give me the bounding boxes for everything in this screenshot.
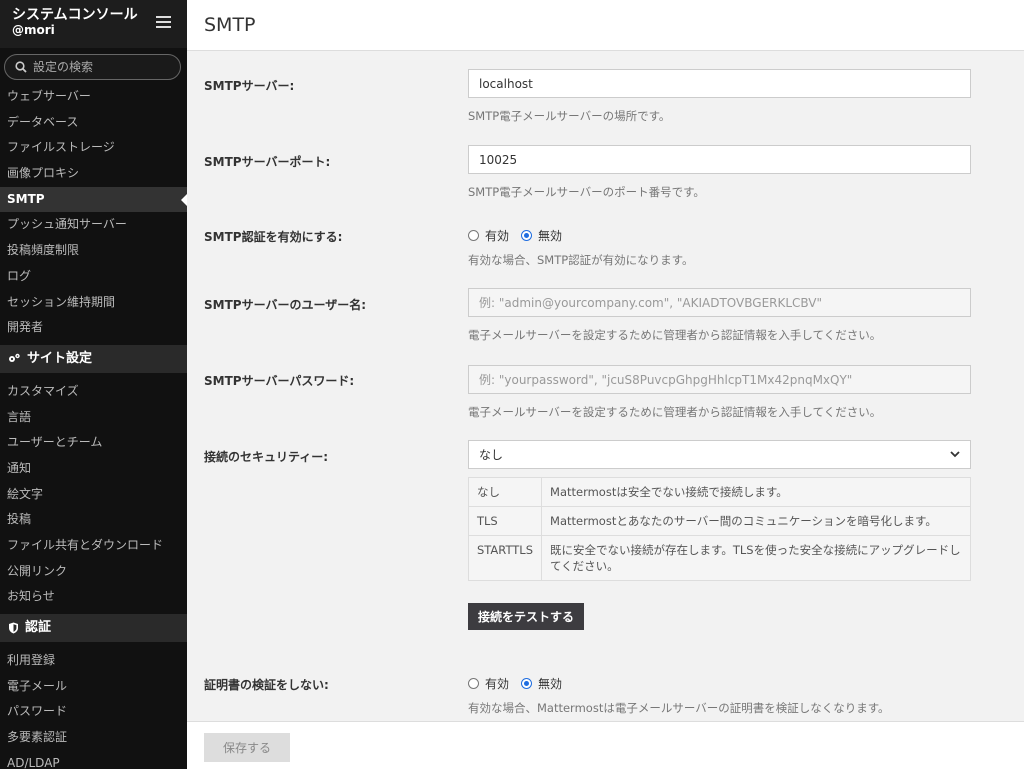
sidebar-section-auth: 認証 <box>0 614 187 643</box>
sidebar-item[interactable]: ウェブサーバー <box>0 84 187 110</box>
chevron-down-icon <box>950 451 960 458</box>
sidebar-item[interactable]: 投稿 <box>0 507 187 533</box>
sidebar-item[interactable]: 投稿頻度制限 <box>0 238 187 264</box>
sidebar-item[interactable]: 電子メール <box>0 674 187 700</box>
hamburger-menu-icon[interactable] <box>156 16 171 28</box>
sidebar-group-environment: ウェブサーバー データベース ファイルストレージ 画像プロキシ SMTP プッシュ通知サー… <box>0 84 187 341</box>
security-select[interactable]: なし <box>468 440 971 469</box>
console-title: システムコンソール <box>12 7 138 23</box>
skip-cert-false-radio[interactable]: 無効 <box>521 675 562 692</box>
smtp-password-input[interactable] <box>468 365 971 394</box>
sidebar-item[interactable]: 言語 <box>0 405 187 431</box>
smtp-server-help: SMTP電子メールサーバーの場所です。 <box>468 109 671 123</box>
table-row: なし Mattermostは安全でない接続で接続します。 <box>467 477 971 507</box>
table-row: STARTTLS 既に安全でない接続が存在します。TLSを使った安全な接続にアップ… <box>467 535 971 581</box>
skip-cert-help: 有効な場合、Mattermostは電子メールサーバーの証明書を検証しなくなります… <box>468 701 890 715</box>
settings-search-input[interactable] <box>33 60 163 74</box>
section-label: 認証 <box>25 620 52 636</box>
shield-icon <box>9 622 18 634</box>
section-label: サイト設定 <box>27 350 93 366</box>
sidebar-item[interactable]: 画像プロキシ <box>0 161 187 187</box>
sidebar-item[interactable]: 多要素認証 <box>0 725 187 751</box>
gears-icon <box>9 354 20 363</box>
skip-cert-label: 証明書の検証をしない: <box>204 678 329 692</box>
settings-search[interactable] <box>4 54 181 80</box>
smtp-username-label: SMTPサーバーのユーザー名: <box>204 298 367 312</box>
security-options-table: なし Mattermostは安全でない接続で接続します。 TLS Mattermos… <box>467 477 971 581</box>
search-icon <box>15 61 27 73</box>
sidebar-item[interactable]: 通知 <box>0 456 187 482</box>
test-connection-button[interactable]: 接続をテストする <box>468 603 585 630</box>
sidebar-group-auth: 利用登録 電子メール パスワード 多要素認証 AD/LDAP <box>0 648 187 769</box>
smtp-server-input[interactable] <box>468 69 971 98</box>
sidebar-header: システムコンソール @mori <box>0 0 187 48</box>
sidebar-item[interactable]: 絵文字 <box>0 482 187 508</box>
smtp-port-help: SMTP電子メールサーバーのポート番号です。 <box>468 185 705 199</box>
sidebar-item[interactable]: セッション維持期間 <box>0 290 187 316</box>
security-selected-value: なし <box>479 448 504 462</box>
smtp-port-input[interactable] <box>468 145 971 174</box>
sidebar-item[interactable]: ファイルストレージ <box>0 135 187 161</box>
settings-form: SMTPサーバー: SMTP電子メールサーバーの場所です。 SMTPサーバーポー… <box>187 51 1024 721</box>
smtp-password-label: SMTPサーバーパスワード: <box>204 374 355 388</box>
security-label: 接続のセキュリティー: <box>204 450 329 464</box>
sidebar-item[interactable]: 開発者 <box>0 315 187 341</box>
smtp-auth-true-radio[interactable]: 有効 <box>468 227 509 244</box>
username: @mori <box>12 23 55 37</box>
sidebar-item[interactable]: SMTP <box>0 186 187 213</box>
sidebar-item[interactable]: 利用登録 <box>0 648 187 674</box>
main-panel: SMTP SMTPサーバー: SMTP電子メールサーバーの場所です。 SMTPサ… <box>187 0 1024 769</box>
smtp-server-label: SMTPサーバー: <box>204 79 295 93</box>
sidebar-item[interactable]: カスタマイズ <box>0 379 187 405</box>
smtp-username-input[interactable] <box>468 288 971 317</box>
sidebar-item[interactable]: 公開リンク <box>0 559 187 585</box>
table-row: TLS Mattermostとあなたのサーバー間のコミュニケーションを暗号化します… <box>467 506 971 536</box>
page-header: SMTP <box>187 0 1024 51</box>
page-title: SMTP <box>204 14 256 36</box>
skip-cert-true-radio[interactable]: 有効 <box>468 675 509 692</box>
sidebar-item[interactable]: お知らせ <box>0 584 187 610</box>
sidebar-item[interactable]: パスワード <box>0 699 187 725</box>
save-button[interactable]: 保存する <box>204 733 290 762</box>
save-bar: 保存する <box>187 721 1024 769</box>
sidebar-group-site: カスタマイズ 言語 ユーザーとチーム 通知 絵文字 投稿 ファイル共有とダウンロード 公開リン… <box>0 379 187 610</box>
sidebar-item[interactable]: AD/LDAP <box>0 751 187 769</box>
smtp-auth-label: SMTP認証を有効にする: <box>204 230 343 244</box>
sidebar-item[interactable]: プッシュ通知サーバー <box>0 212 187 238</box>
smtp-port-label: SMTPサーバーポート: <box>204 155 331 169</box>
sidebar-item[interactable]: ログ <box>0 264 187 290</box>
sidebar-item[interactable]: ファイル共有とダウンロード <box>0 533 187 559</box>
smtp-auth-help: 有効な場合、SMTP認証が有効になります。 <box>468 253 694 267</box>
sidebar: システムコンソール @mori ウェブサーバーデータベースファイルストレージ画像… <box>0 0 187 769</box>
sidebar-item[interactable]: データベース <box>0 110 187 136</box>
smtp-auth-false-radio[interactable]: 無効 <box>521 227 562 244</box>
smtp-password-help: 電子メールサーバーを設定するために管理者から認証情報を入手してください。 <box>468 405 882 419</box>
sidebar-section-site: サイト設定 <box>0 344 187 373</box>
smtp-username-help: 電子メールサーバーを設定するために管理者から認証情報を入手してください。 <box>468 328 882 342</box>
sidebar-item[interactable]: ユーザーとチーム <box>0 430 187 456</box>
